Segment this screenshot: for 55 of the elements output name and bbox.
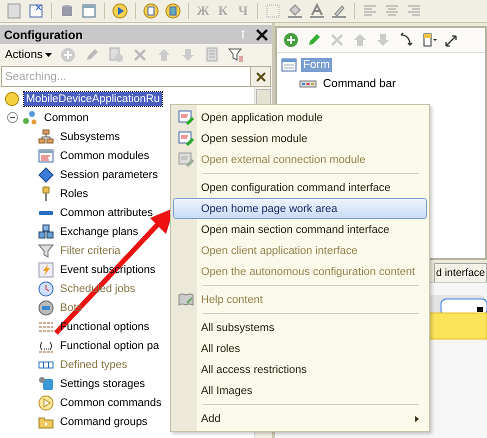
tree-item[interactable]: Command bar [321,76,398,90]
collapse-toggle[interactable] [7,112,18,123]
play-icon [38,394,54,410]
module-icon [178,130,194,146]
tree-item[interactable]: Common modules [58,148,152,162]
clock-icon [38,280,54,296]
bar-icon [39,210,53,214]
caret-icon [44,52,52,58]
close-button[interactable] [256,28,268,40]
lightning-icon [38,262,54,278]
menu-item[interactable]: All subsystems [173,317,427,338]
tab[interactable]: d interface [434,263,487,282]
tree-item[interactable]: Common commands [58,396,164,410]
menu-item[interactable]: All Images [173,380,427,401]
tree-item[interactable]: Settings storages [58,376,147,390]
tree-item[interactable]: Common [42,110,91,124]
menu-item[interactable]: Open main section command interface [173,219,427,240]
tree-item[interactable]: Functional option pa [58,338,162,352]
menu-item[interactable]: Open session module [173,128,427,149]
tree-item[interactable]: Exchange plans [58,224,140,238]
sphere-icon [4,90,20,106]
add-icon[interactable] [281,30,301,50]
form-window-icon [281,56,297,72]
tree-item[interactable]: Command groups [58,414,150,428]
run-icon[interactable] [110,1,130,21]
menu-item[interactable]: Open home page work area [173,198,427,219]
tree-item[interactable]: Session parameters [58,168,160,182]
tree-item[interactable]: Common attributes [58,206,155,220]
tree-item[interactable]: Subsystems [58,130,122,144]
search-field[interactable]: Searching... [1,66,251,87]
panel-title: Configuration [4,28,83,42]
module-icon [178,152,194,168]
tree-item[interactable]: Roles [58,186,90,200]
menu-item[interactable]: All access restrictions [173,359,427,380]
device-run-icon[interactable] [163,1,183,21]
menu-item[interactable]: Open application module [173,107,427,128]
clear-icon [256,72,266,82]
menu-item[interactable]: All roles [173,338,427,359]
hierarchy-icon [38,128,54,144]
font-color-icon[interactable] [307,1,327,21]
tree-item[interactable]: MobileDeviceApplicationRu [24,92,162,106]
menu-item[interactable]: Open configuration command interface [173,177,427,198]
actions-menu-button[interactable]: Actions [3,49,54,61]
debug-run-icon[interactable] [141,1,161,21]
close-icon [256,28,268,40]
clear-search-button[interactable] [251,66,271,87]
menu-item[interactable]: Add [173,408,427,429]
funnel-icon [38,242,54,258]
minus-icon [9,114,16,121]
book-icon [178,292,194,308]
module-icon [178,110,194,126]
diamond-icon [38,166,54,182]
cubes-icon [38,224,54,240]
module-icon [38,148,54,164]
nodes-icon [22,110,38,126]
